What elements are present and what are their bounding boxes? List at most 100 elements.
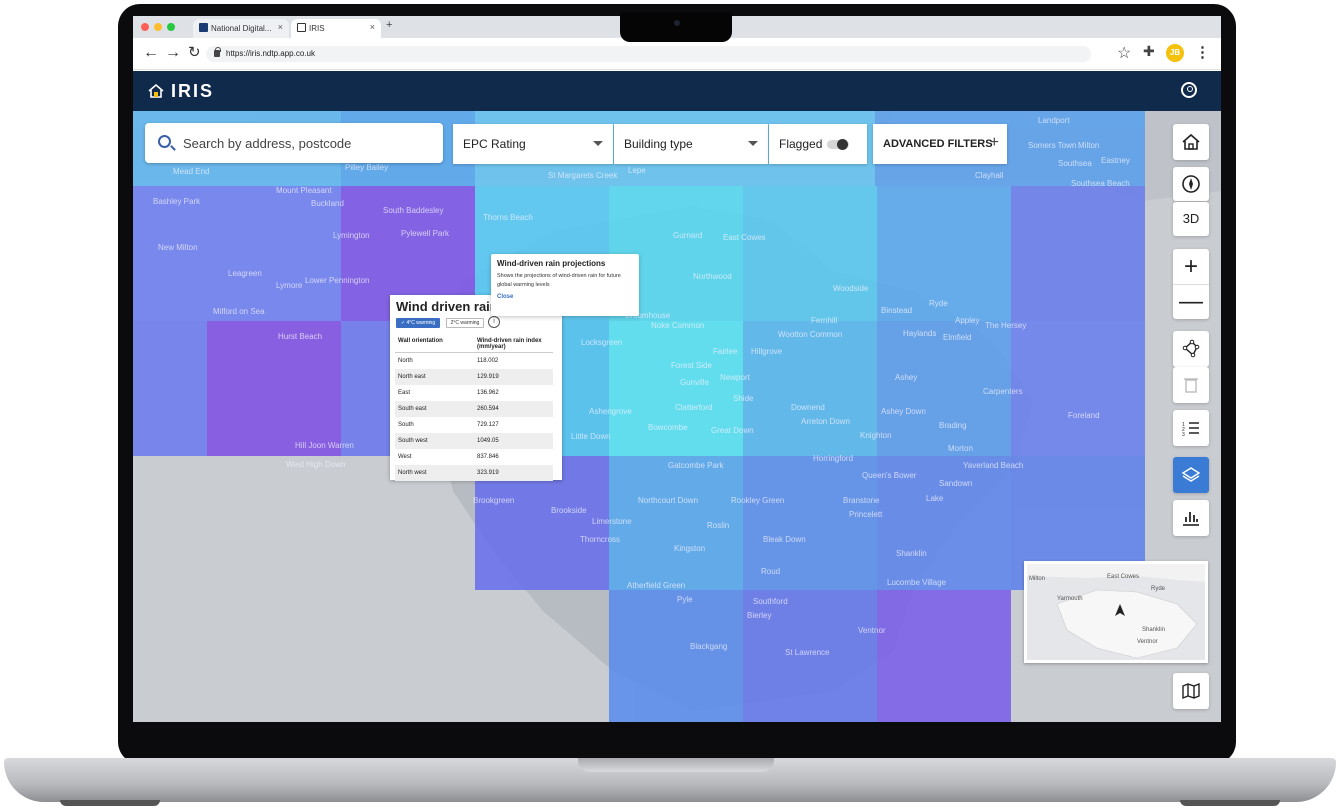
browser-menu-icon[interactable]: ⋮: [1195, 43, 1210, 61]
map-label: Bleak Down: [763, 535, 806, 544]
map-label: Milford on Sea: [213, 307, 265, 316]
tab-close-icon[interactable]: ×: [370, 22, 375, 32]
tooltip-close-link[interactable]: Close: [497, 294, 633, 300]
profile-avatar[interactable]: JB: [1166, 44, 1184, 62]
compass-icon: [1182, 175, 1200, 193]
new-tab-button[interactable]: +: [386, 19, 392, 31]
wind-driven-rain-panel: Wind driven rain ✓ 4°C warming 2°C warmi…: [390, 295, 562, 481]
epc-rating-select[interactable]: EPC Rating: [453, 124, 613, 164]
map-label: Limerstone: [592, 517, 632, 526]
map-label: Southsea Beach: [1071, 179, 1130, 188]
3d-toggle-button[interactable]: 3D: [1173, 202, 1209, 236]
search-box[interactable]: [145, 123, 443, 163]
tab-label: IRIS: [309, 24, 325, 33]
compass-button[interactable]: [1173, 167, 1209, 201]
zoom-out-button[interactable]: —: [1173, 284, 1209, 319]
delete-button[interactable]: [1173, 367, 1209, 403]
map-label: Lower Pennington: [305, 276, 370, 285]
building-type-label: Building type: [624, 137, 693, 151]
map-label: Shanklin: [896, 549, 927, 558]
index-cell: 1049.05: [474, 432, 553, 449]
basemap-button[interactable]: [1173, 673, 1209, 709]
extensions-puzzle-icon[interactable]: ✚: [1143, 43, 1155, 60]
map-label: Sandown: [939, 479, 973, 488]
map-label: Eastney: [1101, 156, 1130, 165]
map-label: Foreland: [1068, 411, 1100, 420]
map-icon: [1182, 682, 1200, 700]
map-label: Great Down: [711, 426, 754, 435]
window-maximize-dot[interactable]: [167, 23, 175, 31]
forward-arrow-icon[interactable]: →: [165, 44, 181, 62]
chevron-down-icon: [748, 141, 758, 146]
app-title: IRIS: [171, 81, 215, 101]
epc-rating-label: EPC Rating: [463, 137, 526, 151]
window-close-dot[interactable]: [141, 23, 149, 31]
map-label: Downend: [791, 403, 825, 412]
building-type-select[interactable]: Building type: [614, 124, 768, 164]
flagged-toggle-switch[interactable]: [827, 139, 849, 150]
index-cell: 729.127: [477, 421, 499, 428]
map-label: Arreton Down: [801, 417, 850, 426]
back-arrow-icon[interactable]: ←: [143, 44, 159, 62]
map-label: Kingston: [674, 544, 706, 553]
index-cell: 837.846: [477, 453, 499, 460]
plus-icon: +: [989, 134, 999, 151]
overview-minimap[interactable]: Milton East Cowes Ryde Yarmouth Shanklin…: [1024, 561, 1208, 663]
trash-icon: [1184, 378, 1198, 393]
map-label: Thorns Beach: [483, 213, 533, 222]
app-header: IRIS: [133, 71, 1221, 111]
map-label: Pilley Bailey: [345, 163, 389, 172]
laptop-foot-left: [60, 800, 160, 806]
index-cell: 260.594: [474, 400, 553, 417]
home-button[interactable]: [1173, 124, 1209, 160]
tab-national-digital[interactable]: National Digital... ×: [193, 19, 289, 38]
map-label: Northwood: [693, 272, 732, 281]
window-minimize-dot[interactable]: [154, 23, 162, 31]
legend-button[interactable]: 123: [1173, 410, 1209, 446]
map-label: Mount Pleasant: [276, 186, 332, 195]
zoom-in-button[interactable]: +: [1173, 249, 1209, 284]
reload-icon[interactable]: ↻: [188, 44, 201, 62]
draw-polygon-button[interactable]: [1173, 331, 1209, 367]
minimap-label: Milton: [1029, 576, 1046, 582]
search-input[interactable]: [181, 134, 431, 152]
map-label: Clayhall: [975, 171, 1004, 180]
laptop-screen: National Digital... × IRIS × + ← → ↻ htt…: [133, 16, 1221, 732]
column-header-index: Wind-driven rain index (mm/year): [474, 336, 553, 353]
layers-button[interactable]: [1173, 457, 1209, 493]
info-icon[interactable]: i: [488, 316, 500, 328]
map-label: Somers Town: [1028, 141, 1077, 150]
map-label: Ashengrove: [589, 407, 632, 416]
map-label: Brookside: [551, 506, 587, 515]
tooltip-title: Wind-driven rain projections: [497, 259, 606, 268]
map-label: Brookgreen: [473, 496, 515, 505]
bookmark-star-icon[interactable]: ☆: [1117, 43, 1131, 63]
bar-chart-icon: [1183, 512, 1199, 526]
table-row: South west 1049.05: [395, 432, 553, 449]
map-label: Pyle: [677, 595, 693, 604]
charts-button[interactable]: [1173, 500, 1209, 536]
map-label: Elmfield: [943, 333, 972, 342]
chevron-down-icon: [593, 141, 603, 146]
map-label: Southford: [753, 597, 788, 606]
advanced-filters-button[interactable]: ADVANCED FILTERS +: [873, 124, 1007, 164]
map-label: Queen's Bower: [862, 471, 917, 480]
map-label: Ventnor: [858, 626, 886, 635]
map-label: Gunville: [680, 378, 709, 387]
chip-4c-warming[interactable]: ✓ 4°C warming: [396, 318, 440, 328]
ndtp-favicon-icon: [199, 23, 208, 32]
minimap-label: Shanklin: [1142, 627, 1166, 633]
map-label: Lake: [926, 494, 944, 503]
address-bar[interactable]: https://iris.ndtp.app.co.uk: [206, 46, 1091, 62]
map-label: Lymington: [333, 231, 370, 240]
browser-toolbar: ← → ↻ https://iris.ndtp.app.co.uk ☆ ✚ JB…: [133, 38, 1221, 70]
tab-iris[interactable]: IRIS ×: [291, 19, 381, 38]
orientation-cell: North east: [395, 368, 474, 385]
account-icon[interactable]: [1181, 82, 1197, 98]
map-label: Buckland: [311, 199, 344, 208]
tab-close-icon[interactable]: ×: [278, 22, 283, 32]
map-label: Morton: [948, 444, 973, 453]
table-row: North east 129.919: [395, 368, 553, 385]
map-label: Milton: [1078, 141, 1100, 150]
chip-2c-warming[interactable]: 2°C warming: [446, 318, 484, 328]
